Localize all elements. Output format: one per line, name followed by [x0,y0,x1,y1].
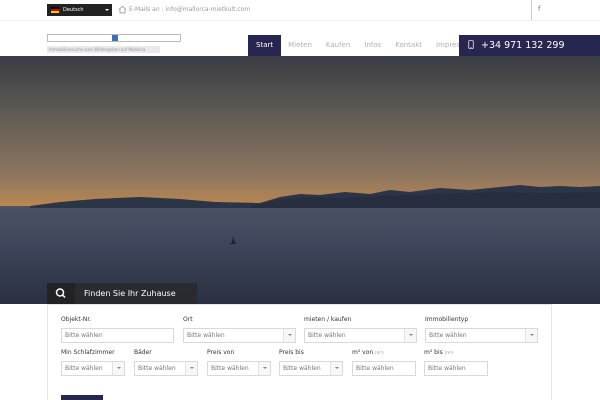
m2-von-text: m² von [352,349,374,356]
mobile-phone-icon [468,40,474,49]
ort-label: Ort [183,316,193,323]
chevron-down-icon [525,329,537,342]
nav-item-kontakt[interactable]: Kontakt [388,35,429,56]
field-value: Bitte wählen [283,365,321,372]
nav-item-mieten[interactable]: Mieten [281,35,319,56]
nav-item-start[interactable]: Start [248,35,282,56]
divider [531,0,532,20]
m2-bis-label: m² bis (m²) [424,349,453,356]
field-value: Bitte wählen [428,365,466,372]
german-flag-icon [51,7,59,13]
language-select[interactable]: Deutsch [47,4,112,16]
nav-item-infos[interactable]: Infos [357,35,388,56]
preis-von-label: Preis von [207,349,235,356]
chevron-down-icon [105,9,109,11]
preis-bis-label: Preis bis [279,349,304,356]
mieten-kaufen-label: mieten / kaufen [304,316,352,323]
hero-image [0,56,600,304]
min-schlafzimmer-select[interactable]: Bitte wählen [61,361,125,376]
preis-von-select[interactable]: Bitte wählen [207,361,271,376]
home-icon [118,5,127,14]
phone-number: +34 971 132 299 [481,40,565,51]
field-value: Bitte wählen [211,365,249,372]
chevron-down-icon [258,362,270,375]
preis-bis-select[interactable]: Bitte wählen [279,361,343,376]
top-bar: Deutsch E-Mails an : info@mallorca-mietk… [0,0,600,20]
min-schlafzimmer-label: Min Schlafzimmer [61,349,115,356]
objekt-nr-label: Objekt-Nr. [61,316,92,323]
help-icon [112,35,118,41]
page: Deutsch E-Mails an : info@mallorca-mietk… [0,0,600,400]
email-link[interactable]: E-Mails an : info@mallorca-mietkult.com [129,6,250,13]
nav-item-kaufen[interactable]: Kaufen [319,35,357,56]
chevron-down-icon [112,362,124,375]
field-value: Bitte wählen [65,332,103,339]
search-input[interactable] [47,34,181,42]
search-icon [55,288,66,299]
field-value: Bitte wählen [65,365,103,372]
facebook-icon[interactable]: f [538,5,540,13]
language-label: Deutsch [63,7,84,13]
mieten-kaufen-select[interactable]: Bitte wählen [304,328,417,343]
m2-bis-unit: (m²) [444,350,454,355]
search-hint: Immobiliensuche zum Weitergeben auf Mall… [47,46,160,53]
chevron-down-icon [185,362,197,375]
main-nav: Start Mieten Kaufen Infos Kontakt Impres… [248,35,482,56]
find-home-bar[interactable]: Finden Sie Ihr Zuhause [47,283,197,304]
m2-von-unit: (m²) [375,350,384,355]
field-value: Bitte wählen [356,365,394,372]
ort-select[interactable]: Bitte wählen [183,328,296,343]
chevron-down-icon [283,329,295,342]
immobilientyp-select[interactable]: Bitte wählen [425,328,538,343]
phone-button[interactable]: +34 971 132 299 [459,35,600,56]
field-value: Bitte wählen [429,332,467,339]
field-value: Bitte wählen [187,332,225,339]
immobilientyp-label: Immobilientyp [425,316,469,323]
m2-von-label: m² von (m²) [352,349,384,356]
objekt-nr-input[interactable]: Bitte wählen [61,328,174,343]
field-value: Bitte wählen [138,365,176,372]
sunset-sea-illustration [0,185,600,304]
field-value: Bitte wählen [308,332,346,339]
m2-von-input[interactable]: Bitte wählen [352,361,416,376]
m2-bis-input[interactable]: Bitte wählen [424,361,488,376]
search-icon-box [47,283,75,304]
chevron-down-icon [404,329,416,342]
baeder-label: Bäder [134,349,152,356]
chevron-down-icon [330,362,342,375]
baeder-select[interactable]: Bitte wählen [134,361,198,376]
find-home-title: Finden Sie Ihr Zuhause [84,289,176,298]
search-submit-button[interactable] [61,395,103,400]
header: Immobiliensuche zum Weitergeben auf Mall… [0,20,600,56]
m2-bis-text: m² bis [424,349,443,356]
